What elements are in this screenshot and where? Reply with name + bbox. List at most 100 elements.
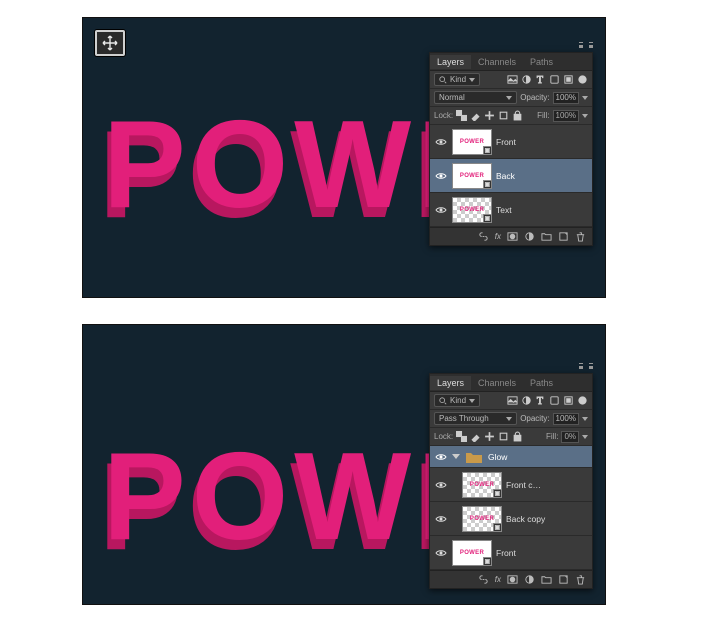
folder-icon: [464, 450, 484, 464]
layer-row[interactable]: POWER▣ Front: [430, 125, 592, 159]
lock-paint-icon[interactable]: [470, 110, 481, 121]
tab-paths[interactable]: Paths: [523, 376, 560, 390]
chevron-down-icon[interactable]: [582, 114, 588, 118]
panel-menu-icon[interactable]: [589, 42, 593, 48]
adjustment-icon[interactable]: [524, 574, 535, 585]
layer-name[interactable]: Front: [496, 137, 588, 147]
group-icon[interactable]: [541, 574, 552, 585]
layer-group-row[interactable]: Glow: [430, 446, 592, 468]
panel-tabs: Layers Channels Paths: [430, 374, 592, 392]
filter-smart-icon[interactable]: [563, 74, 574, 85]
tab-layers[interactable]: Layers: [430, 55, 471, 69]
fill-input[interactable]: 100%: [553, 110, 579, 122]
layers-panel: Layers Channels Paths Kind T Normal: [429, 52, 593, 246]
layer-name[interactable]: Front c…: [506, 480, 588, 490]
opacity-input[interactable]: 100%: [553, 92, 579, 104]
filter-type-icon[interactable]: T: [535, 395, 546, 406]
new-layer-icon[interactable]: [558, 574, 569, 585]
tab-channels[interactable]: Channels: [471, 55, 523, 69]
filter-toggle-icon[interactable]: [577, 395, 588, 406]
group-icon[interactable]: [541, 231, 552, 242]
trash-icon[interactable]: [575, 574, 586, 585]
filter-kind-dropdown[interactable]: Kind: [434, 394, 480, 407]
visibility-eye-icon[interactable]: [434, 450, 448, 464]
mask-icon[interactable]: [507, 231, 518, 242]
layer-name[interactable]: Front: [496, 548, 588, 558]
smart-object-badge-icon: ▣: [483, 180, 492, 189]
layer-row[interactable]: POWER▣ Text: [430, 193, 592, 227]
tab-channels[interactable]: Channels: [471, 376, 523, 390]
filter-image-icon[interactable]: [507, 395, 518, 406]
link-layers-icon[interactable]: [478, 231, 489, 242]
blend-mode-dropdown[interactable]: Normal: [434, 91, 517, 104]
visibility-eye-icon[interactable]: [434, 203, 448, 217]
layer-row[interactable]: POWER▣ Front: [430, 536, 592, 570]
adjustment-icon[interactable]: [524, 231, 535, 242]
svg-text:T: T: [537, 396, 543, 406]
layer-row[interactable]: POWER▣ Front c…: [430, 468, 592, 502]
layers-footer: fx: [430, 570, 592, 588]
visibility-eye-icon[interactable]: [434, 546, 448, 560]
fx-icon[interactable]: fx: [495, 232, 501, 241]
fill-input[interactable]: 0%: [561, 431, 579, 443]
collapse-panel-icon[interactable]: [579, 42, 583, 48]
lock-transparency-icon[interactable]: [456, 431, 467, 442]
layer-thumbnail: POWER▣: [462, 472, 502, 498]
lock-transparency-icon[interactable]: [456, 110, 467, 121]
new-layer-icon[interactable]: [558, 231, 569, 242]
tab-layers[interactable]: Layers: [430, 376, 471, 390]
chevron-down-icon[interactable]: [582, 96, 588, 100]
chevron-down-icon: [469, 399, 475, 403]
filter-image-icon[interactable]: [507, 74, 518, 85]
layer-thumbnail: POWER▣: [452, 129, 492, 155]
panel-menu-icon[interactable]: [589, 363, 593, 369]
lock-label: Lock:: [434, 111, 453, 120]
visibility-eye-icon[interactable]: [434, 169, 448, 183]
smart-object-badge-icon: ▣: [493, 523, 502, 532]
lock-position-icon[interactable]: [484, 431, 495, 442]
blend-mode-value: Normal: [439, 93, 465, 102]
visibility-eye-icon[interactable]: [434, 512, 448, 526]
filter-type-icon[interactable]: T: [535, 74, 546, 85]
panel-flyout-buttons: [579, 363, 593, 369]
chevron-down-icon[interactable]: [582, 417, 588, 421]
filter-shape-icon[interactable]: [549, 395, 560, 406]
fx-icon[interactable]: fx: [495, 575, 501, 584]
layer-name[interactable]: Back copy: [506, 514, 588, 524]
expand-caret-icon[interactable]: [452, 454, 460, 459]
visibility-eye-icon[interactable]: [434, 478, 448, 492]
collapse-panel-icon[interactable]: [579, 363, 583, 369]
layer-row[interactable]: POWER▣ Back copy: [430, 502, 592, 536]
layer-name[interactable]: Glow: [488, 452, 588, 462]
fill-label: Fill:: [537, 111, 549, 120]
canvas-bottom: POWER POWER Layers Channels Paths Kind T: [82, 324, 606, 605]
chevron-down-icon[interactable]: [582, 435, 588, 439]
lock-all-icon[interactable]: [512, 110, 523, 121]
filter-shape-icon[interactable]: [549, 74, 560, 85]
move-tool-button[interactable]: [95, 30, 125, 56]
link-layers-icon[interactable]: [478, 574, 489, 585]
blend-mode-dropdown[interactable]: Pass Through: [434, 412, 517, 425]
lock-paint-icon[interactable]: [470, 431, 481, 442]
layer-row[interactable]: POWER▣ Back: [430, 159, 592, 193]
lock-artboard-icon[interactable]: [498, 110, 509, 121]
layer-thumbnail: POWER▣: [452, 163, 492, 189]
chevron-down-icon: [469, 78, 475, 82]
lock-position-icon[interactable]: [484, 110, 495, 121]
filter-kind-dropdown[interactable]: Kind: [434, 73, 480, 86]
layer-name[interactable]: Text: [496, 205, 588, 215]
layer-name[interactable]: Back: [496, 171, 588, 181]
filter-adjust-icon[interactable]: [521, 395, 532, 406]
fill-label: Fill:: [546, 432, 558, 441]
lock-label: Lock:: [434, 432, 453, 441]
lock-all-icon[interactable]: [512, 431, 523, 442]
trash-icon[interactable]: [575, 231, 586, 242]
visibility-eye-icon[interactable]: [434, 135, 448, 149]
tab-paths[interactable]: Paths: [523, 55, 560, 69]
filter-smart-icon[interactable]: [563, 395, 574, 406]
filter-toggle-icon[interactable]: [577, 74, 588, 85]
mask-icon[interactable]: [507, 574, 518, 585]
filter-adjust-icon[interactable]: [521, 74, 532, 85]
opacity-input[interactable]: 100%: [553, 413, 579, 425]
lock-artboard-icon[interactable]: [498, 431, 509, 442]
